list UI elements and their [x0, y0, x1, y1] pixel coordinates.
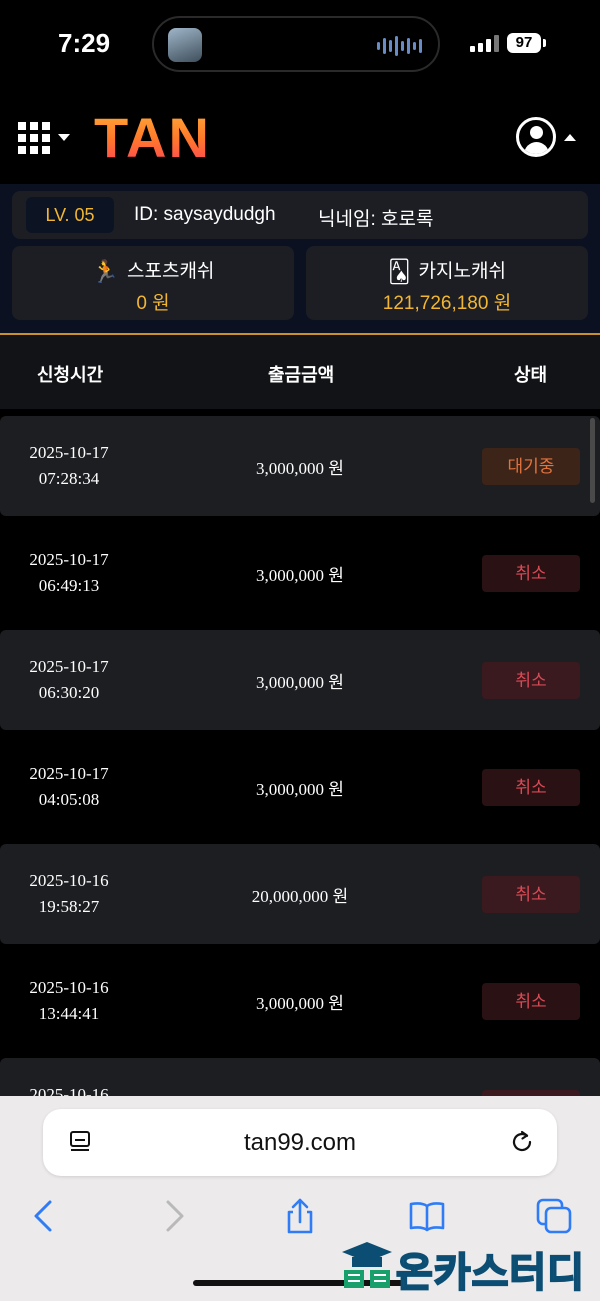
row-time: 04:05:08	[38, 790, 100, 809]
dynamic-island[interactable]	[152, 16, 440, 72]
row-unit: 원	[328, 566, 344, 585]
sports-cash-card[interactable]: 🏃 스포츠캐쉬 0 원	[12, 246, 294, 320]
reload-icon[interactable]	[509, 1129, 535, 1155]
row-date: 2025-10-16	[29, 978, 109, 997]
level-badge: LV. 05	[26, 197, 114, 233]
battery-tip	[543, 39, 546, 47]
row-time: 19:58:27	[38, 897, 100, 916]
row-unit: 원	[332, 887, 349, 906]
running-icon: 🏃	[91, 259, 119, 284]
sports-cash-label: 스포츠캐쉬	[127, 261, 215, 282]
watermark-text: 온카스터디	[395, 1250, 585, 1296]
table-row[interactable]: 2025-10-17 07:28:34 3,000,000 원 대기중	[0, 416, 600, 516]
row-amount: 20,000,000	[251, 887, 329, 906]
column-request-time: 신청시간	[37, 365, 104, 385]
site-logo[interactable]: TAN	[94, 106, 211, 170]
column-amount: 출금금액	[268, 365, 335, 385]
column-status: 상태	[514, 365, 548, 385]
row-amount: 3,000,000	[256, 994, 325, 1013]
user-avatar-icon[interactable]	[516, 117, 556, 157]
scrollbar[interactable]	[590, 418, 595, 503]
row-unit: 원	[328, 459, 344, 478]
url-text: tan99.com	[243, 1129, 357, 1156]
cellular-signal-icon	[470, 34, 499, 52]
status-badge[interactable]: 대기중	[482, 448, 580, 485]
watermark: 온카스터디	[338, 1236, 600, 1296]
chevron-up-icon[interactable]	[564, 134, 576, 141]
row-date: 2025-10-17	[29, 764, 109, 783]
graduation-cap-icon	[342, 1242, 392, 1288]
row-date: 2025-10-16	[29, 871, 109, 890]
casino-cash-card[interactable]: 🂡 카지노캐쉬 121,726,180 원	[306, 246, 588, 320]
row-unit: 원	[328, 673, 344, 692]
menu-grid-icon[interactable]	[18, 122, 50, 154]
row-date: 2025-10-17	[29, 443, 109, 462]
status-badge[interactable]: 취소	[482, 769, 580, 806]
status-badge[interactable]: 취소	[482, 555, 580, 592]
table-row[interactable]: 2025-10-16 13:44:41 3,000,000 원 취소	[0, 951, 600, 1051]
battery-icon: 97	[507, 33, 541, 53]
status-bar: 7:29 97	[0, 0, 600, 92]
app-header: TAN	[0, 92, 600, 184]
forward-icon[interactable]	[154, 1196, 194, 1236]
row-amount: 3,000,000	[256, 566, 325, 585]
row-unit: 원	[328, 780, 344, 799]
table-row[interactable]: 2025-10-16 19:58:27 20,000,000 원 취소	[0, 844, 600, 944]
playing-cards-icon: 🂡	[388, 259, 411, 284]
sports-cash-value: 0 원	[136, 293, 170, 314]
row-amount: 3,000,000	[256, 673, 325, 692]
table-row[interactable]: 2025-10-17 06:49:13 3,000,000 원 취소	[0, 523, 600, 623]
clock: 7:29	[58, 28, 111, 58]
account-summary: LV. 05 ID: saysaydudgh 닉네임: 호로록 🏃 스포츠캐쉬 0…	[0, 184, 600, 334]
status-badge[interactable]: 취소	[482, 876, 580, 913]
status-badge[interactable]: 취소	[482, 983, 580, 1020]
row-date: 2025-10-17	[29, 550, 109, 569]
row-time: 06:49:13	[38, 576, 100, 595]
audio-wave-icon	[377, 36, 422, 56]
now-playing-thumbnail	[168, 28, 202, 62]
row-amount: 3,000,000	[256, 459, 325, 478]
user-info-bar: LV. 05 ID: saysaydudgh 닉네임: 호로록	[12, 191, 588, 239]
row-amount: 3,000,000	[256, 780, 325, 799]
table-row[interactable]: 2025-10-17 04:05:08 3,000,000 원 취소	[0, 737, 600, 837]
address-bar[interactable]: tan99.com	[43, 1109, 557, 1176]
casino-cash-value: 121,726,180 원	[382, 293, 512, 314]
status-badge[interactable]: 취소	[482, 662, 580, 699]
casino-cash-label: 카지노캐쉬	[418, 261, 506, 282]
user-id: ID: saysaydudgh	[134, 204, 276, 225]
row-unit: 원	[328, 994, 344, 1013]
bookmarks-icon[interactable]	[407, 1196, 447, 1236]
user-nickname: 닉네임: 호로록	[318, 209, 434, 230]
table-row[interactable]: 2025-10-17 06:30:20 3,000,000 원 취소	[0, 630, 600, 730]
share-icon[interactable]	[280, 1196, 320, 1236]
row-time: 13:44:41	[38, 1004, 100, 1023]
tabs-icon[interactable]	[534, 1196, 574, 1236]
back-icon[interactable]	[24, 1196, 64, 1236]
withdrawal-table-header: 신청시간 출금금액 상태	[0, 335, 600, 409]
row-date: 2025-10-17	[29, 657, 109, 676]
row-time: 06:30:20	[38, 683, 100, 702]
chevron-down-icon[interactable]	[58, 134, 70, 141]
row-time: 07:28:34	[38, 469, 100, 488]
